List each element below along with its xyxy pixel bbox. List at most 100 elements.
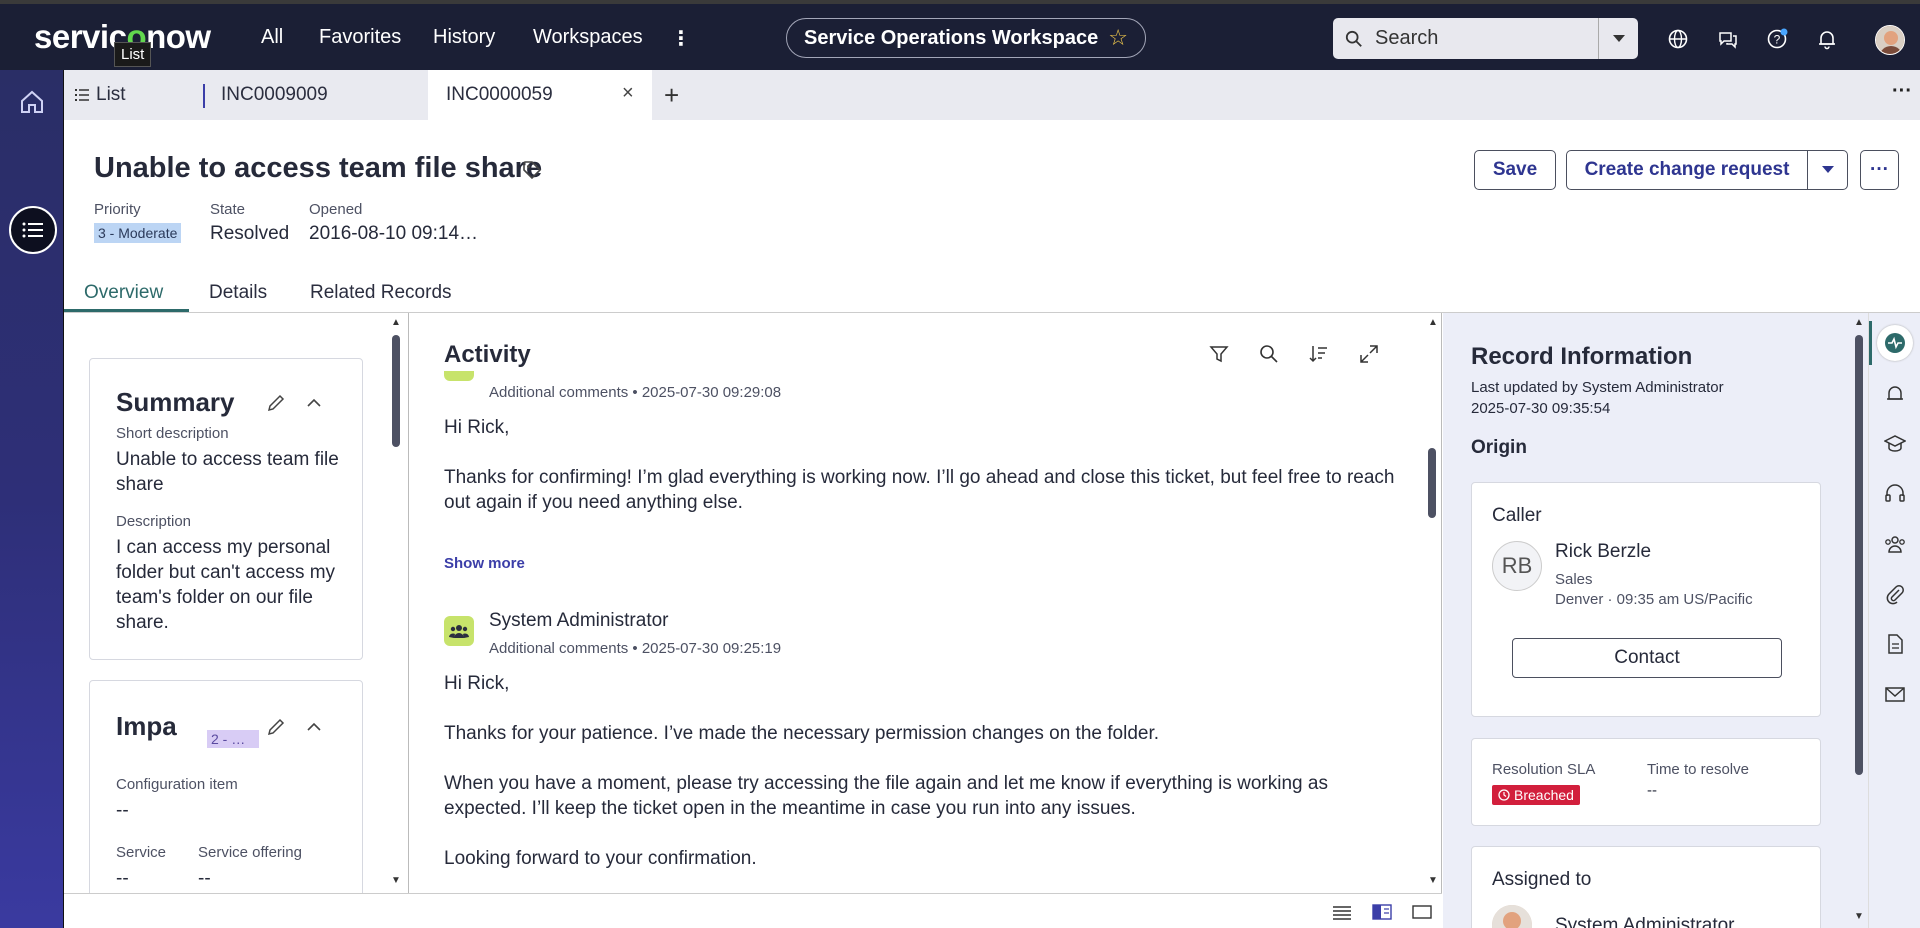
activity-meta: Additional comments • 2025-07-30 09:29:0… [489, 384, 782, 401]
layout-toolbar [64, 893, 1442, 928]
user-avatar[interactable] [1875, 25, 1905, 55]
summary-card: Summary Short description Unable to acce… [89, 358, 363, 660]
top-bar: serviconow List All Favorites History Wo… [0, 0, 1920, 70]
nav-history[interactable]: History [433, 26, 495, 49]
email-icon[interactable] [1884, 683, 1906, 705]
contact-button[interactable]: Contact [1512, 638, 1782, 678]
opened-value: 2016-08-10 09:14… [309, 223, 479, 244]
time-to-resolve-value: -- [1647, 782, 1657, 799]
scroll-down-arrow[interactable]: ▼ [1428, 875, 1438, 886]
sla-card: Resolution SLA Breached Time to resolve … [1471, 738, 1821, 826]
headset-icon[interactable] [1884, 483, 1906, 505]
resolution-sla-label: Resolution SLA [1492, 761, 1596, 778]
split-view-icon[interactable] [1372, 904, 1392, 920]
overview-left-pane: Summary Short description Unable to acce… [64, 313, 408, 893]
priority-label: Priority [94, 201, 141, 218]
tab-list[interactable]: List [74, 70, 194, 120]
record-info-rail-button[interactable] [1877, 325, 1913, 361]
expand-icon[interactable] [1358, 343, 1380, 365]
more-menu-icon[interactable]: ⋮ [671, 26, 691, 51]
configuration-item-value: -- [116, 800, 129, 821]
workspace-selector[interactable]: Service Operations Workspace ☆ [786, 18, 1146, 58]
chevron-up-icon[interactable] [304, 393, 324, 413]
search-scope-dropdown[interactable] [1598, 18, 1638, 59]
activity-greeting: Hi Rick, [444, 417, 510, 438]
globe-icon[interactable] [1667, 28, 1689, 50]
tab-overview[interactable]: Overview [84, 282, 163, 304]
single-column-view-icon[interactable] [1332, 904, 1352, 920]
home-icon[interactable] [18, 88, 46, 116]
caller-card: Caller RB Rick Berzle Sales Denver · 09:… [1471, 482, 1821, 717]
last-updated-at: 2025-07-30 09:35:54 [1471, 400, 1611, 417]
add-tab-icon[interactable]: + [664, 80, 679, 111]
assignee-avatar[interactable] [1492, 905, 1532, 928]
create-change-request-button[interactable]: Create change request [1566, 150, 1808, 190]
save-button[interactable]: Save [1474, 150, 1556, 190]
list-icon [22, 222, 43, 238]
scroll-up-arrow[interactable]: ▲ [1428, 317, 1438, 328]
graduation-cap-icon[interactable] [1884, 433, 1906, 455]
chevron-down-icon [1612, 34, 1625, 42]
chat-icon[interactable] [1717, 28, 1739, 50]
workspace-name: Service Operations Workspace [804, 26, 1099, 49]
edit-icon[interactable] [266, 717, 286, 737]
activity-scrollbar[interactable] [1428, 448, 1436, 518]
group-icon [449, 625, 469, 638]
assignee-name[interactable]: System Administrator [1555, 915, 1735, 928]
create-change-dropdown[interactable] [1807, 150, 1848, 190]
show-more-link[interactable]: Show more [444, 555, 525, 572]
tooltip: List [114, 42, 152, 67]
close-icon[interactable]: × [622, 82, 634, 105]
tab-related-records[interactable]: Related Records [310, 282, 452, 304]
search-icon [1345, 30, 1362, 47]
left-pane-scrollbar[interactable] [392, 335, 400, 447]
full-view-icon[interactable] [1412, 904, 1432, 920]
tab-label: INC0000059 [446, 84, 553, 105]
svg-text:?: ? [1774, 33, 1781, 47]
search-icon[interactable] [1258, 343, 1280, 365]
system-admin-avatar [444, 616, 474, 646]
scroll-down-arrow[interactable]: ▼ [391, 875, 401, 886]
activity-pane: Activity Additional comments • 2025-07-3… [408, 313, 1442, 893]
caller-avatar[interactable]: RB [1492, 541, 1542, 591]
right-pane-scrollbar[interactable] [1855, 335, 1863, 775]
record-title: Unable to access team file share [94, 152, 543, 184]
chevron-up-icon[interactable] [304, 717, 324, 737]
edit-icon[interactable] [266, 393, 286, 413]
people-icon[interactable] [1884, 533, 1906, 555]
description-value: I can access my personal folder but can'… [116, 537, 336, 633]
list-nav-button[interactable] [9, 206, 57, 254]
more-horizontal-icon[interactable]: ··· [1892, 80, 1912, 103]
search-placeholder: Search [1375, 27, 1439, 49]
caller-name[interactable]: Rick Berzle [1555, 541, 1651, 563]
search-input[interactable]: Search [1333, 18, 1598, 59]
star-icon[interactable]: ☆ [1108, 25, 1128, 51]
bell-icon[interactable] [1884, 383, 1906, 405]
more-actions-button[interactable]: ··· [1860, 150, 1899, 190]
tab-details[interactable]: Details [209, 282, 267, 304]
bell-icon[interactable] [1816, 28, 1838, 50]
workspace-tabs: List INC0009009 × INC0000059 × + ··· [64, 70, 1920, 120]
scroll-down-arrow[interactable]: ▼ [1854, 911, 1864, 922]
tag-icon[interactable] [522, 160, 542, 180]
pulse-icon [1885, 333, 1905, 353]
paperclip-icon[interactable] [1884, 583, 1906, 605]
chevron-down-icon [1821, 166, 1834, 173]
record-information-pane: Record Information Last updated by Syste… [1443, 313, 1868, 928]
short-description-label: Short description [116, 425, 229, 442]
scroll-up-arrow[interactable]: ▲ [1854, 317, 1864, 328]
document-icon[interactable] [1884, 633, 1906, 655]
sort-icon[interactable] [1308, 343, 1330, 365]
activity-meta: Additional comments • 2025-07-30 09:25:1… [489, 640, 782, 657]
sla-breached-badge: Breached [1492, 785, 1580, 805]
nav-favorites[interactable]: Favorites [319, 26, 401, 49]
filter-icon[interactable] [1208, 343, 1230, 365]
description-label: Description [116, 513, 192, 530]
priority-badge: 3 - Moderate [94, 223, 182, 243]
help-icon[interactable]: ? [1766, 28, 1788, 50]
scroll-up-arrow[interactable]: ▲ [391, 317, 401, 328]
nav-all[interactable]: All [261, 26, 283, 49]
tab-inc0000059[interactable]: INC0000059 × [428, 70, 652, 120]
caller-label: Caller [1492, 505, 1542, 526]
nav-workspaces[interactable]: Workspaces [533, 26, 643, 49]
